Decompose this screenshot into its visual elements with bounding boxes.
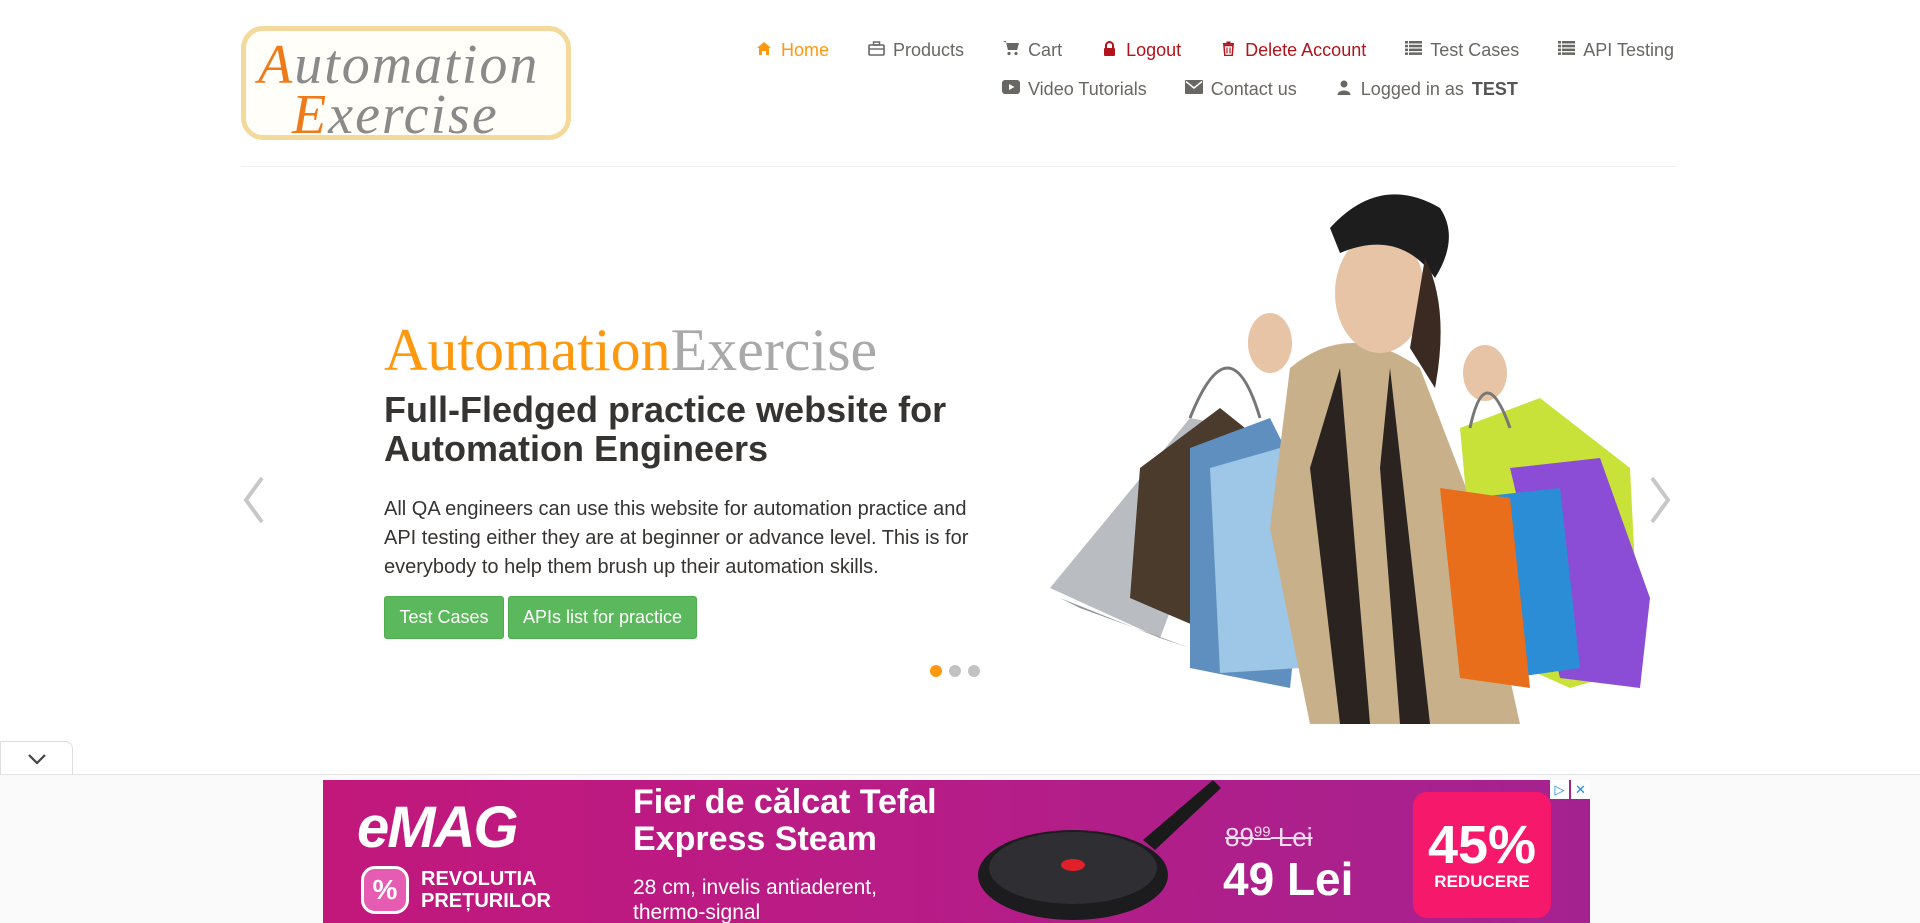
user-icon: [1335, 80, 1353, 100]
apis-list-button[interactable]: APIs list for practice: [508, 596, 697, 639]
logo-text-2: xercise: [328, 84, 499, 146]
test-cases-button[interactable]: Test Cases: [384, 596, 504, 639]
ad-new-price: 49 Lei: [1223, 853, 1354, 905]
ad-product-detail: 28 cm, invelis antiaderent, thermo-signa…: [633, 875, 877, 923]
home-icon: [755, 41, 773, 61]
envelope-icon: [1184, 80, 1203, 99]
site-logo[interactable]: Automation Exercise: [241, 26, 571, 146]
logged-in-username: TEST: [1471, 79, 1518, 99]
ad-discount-badge: 45% REDUCERE: [1413, 792, 1551, 918]
main-nav-row-2: Video Tutorials Contact us Logged in as …: [1002, 79, 1518, 100]
hero-shopping-girl-image: [1050, 194, 1650, 724]
briefcase-icon: [867, 40, 885, 61]
brand-part-exercise: Exercise: [670, 317, 878, 383]
slider-prev-arrow[interactable]: [234, 468, 274, 532]
ad-product-title: Fier de călcat Tefal Express Steam: [633, 784, 937, 858]
ad-controls: ▷ ✕: [1548, 780, 1590, 799]
ad-tagline-1: REVOLUTIA: [421, 868, 537, 890]
nav-contact-us-label: Contact us: [1210, 79, 1297, 99]
nav-api-testing[interactable]: API Testing: [1557, 40, 1674, 61]
chevron-left-icon: [243, 476, 264, 524]
cart-icon: [1002, 40, 1020, 61]
nav-cart-label: Cart: [1028, 40, 1063, 60]
nav-api-testing-label: API Testing: [1583, 40, 1674, 60]
nav-test-cases[interactable]: Test Cases: [1404, 40, 1519, 61]
youtube-icon: [1002, 80, 1020, 99]
ad-tagline-2: PREȚURILOR: [421, 890, 551, 912]
nav-video-tutorials-label: Video Tutorials: [1028, 79, 1147, 99]
slider-indicators: [930, 665, 980, 677]
ad-choices-icon[interactable]: ▷: [1550, 780, 1569, 799]
lock-icon: [1100, 40, 1118, 61]
nav-delete-account[interactable]: Delete Account: [1219, 40, 1366, 61]
chevron-down-icon: [27, 753, 46, 765]
ad-close-icon[interactable]: ✕: [1571, 780, 1590, 799]
nav-logout[interactable]: Logout: [1100, 40, 1181, 61]
ad-collapse-tab[interactable]: [0, 741, 73, 775]
nav-delete-account-label: Delete Account: [1245, 40, 1367, 60]
slider-headline: Full-Fledged practice website for Automa…: [384, 389, 947, 469]
nav-home[interactable]: Home: [755, 40, 829, 61]
nav-video-tutorials[interactable]: Video Tutorials: [1002, 79, 1147, 100]
slide-indicator-1[interactable]: [930, 665, 942, 677]
nav-cart[interactable]: Cart: [1002, 40, 1062, 61]
nav-test-cases-label: Test Cases: [1430, 40, 1520, 60]
ad-detail-line-2: thermo-signal: [633, 901, 761, 923]
slider-description: All QA engineers can use this website fo…: [384, 498, 969, 578]
slide-indicator-3[interactable]: [968, 665, 980, 677]
ad-discount-label: REDUCERE: [1434, 872, 1530, 891]
ad-old-price: 8999 Lei: [1225, 822, 1313, 852]
logo-cap-a: A: [258, 34, 295, 96]
slide-indicator-2[interactable]: [949, 665, 961, 677]
ad-discount-value: 45%: [1427, 815, 1537, 875]
ad-title-line-2: Express Steam: [633, 820, 877, 858]
site-header: Automation Exercise Home Products Cart L…: [0, 0, 1920, 168]
ad-detail-line-1: 28 cm, invelis antiaderent,: [633, 876, 877, 899]
nav-contact-us[interactable]: Contact us: [1184, 79, 1297, 100]
nav-products-label: Products: [893, 40, 965, 60]
ad-title-line-1: Fier de călcat Tefal: [633, 783, 937, 821]
frying-pan-image: [978, 780, 1221, 920]
nav-products[interactable]: Products: [867, 40, 964, 61]
nav-logout-label: Logout: [1126, 40, 1182, 60]
hero-slider: AutomationExercise Full-Fledged practice…: [0, 168, 1920, 738]
slider-brand-title: AutomationExercise: [384, 316, 877, 385]
list-icon: [1557, 41, 1575, 60]
brand-part-automation: Automation: [384, 317, 671, 383]
list-icon: [1404, 41, 1422, 60]
ad-brand-tagline: % REVOLUTIA PREȚURILOR: [361, 866, 551, 914]
nav-logged-in-label: Logged in as: [1360, 79, 1464, 99]
percent-badge-icon: %: [361, 866, 409, 914]
emag-ad-banner[interactable]: ▷ ✕ eMAG % REVOLUTIA PREȚURILOR Fier de …: [323, 780, 1590, 923]
header-divider: [241, 166, 1677, 167]
ad-brand-logo: eMAG: [357, 795, 519, 860]
logo-cap-e: E: [292, 84, 329, 146]
nav-logged-in-as: Logged in as TEST: [1335, 79, 1518, 100]
main-nav-row-1: Home Products Cart Logout Delete Account: [755, 40, 1674, 61]
trash-icon: [1219, 41, 1237, 61]
nav-home-label: Home: [781, 40, 830, 60]
